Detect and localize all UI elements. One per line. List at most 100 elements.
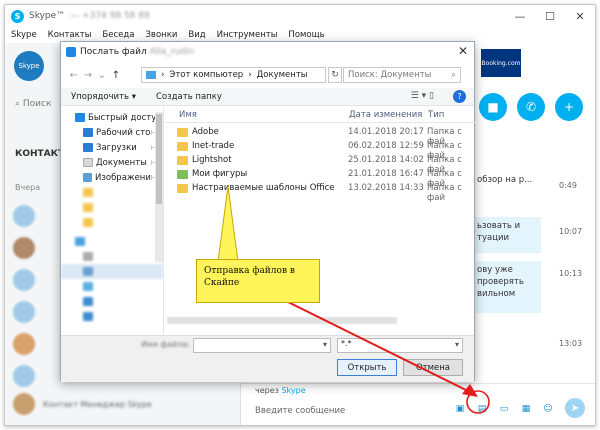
file-row[interactable]: Настраиваемые шаблоны Office 13.02.2018 1…	[165, 182, 476, 203]
folder-icon	[83, 282, 93, 291]
help-icon[interactable]: ?	[453, 90, 466, 103]
organize-button[interactable]: Упорядочить ▾	[71, 92, 136, 102]
tree-item-blurred[interactable]	[61, 215, 163, 230]
folder-icon	[83, 203, 93, 212]
tree-downloads[interactable]: Загрузки ⊢	[61, 140, 163, 155]
tree-quick-access[interactable]: Быстрый доступ	[61, 110, 163, 125]
video-message-icon[interactable]: ▭	[497, 402, 511, 416]
file-row[interactable]: Inet-trade 06.02.2018 12:59 Папка с фай	[165, 140, 476, 161]
sidebar-search[interactable]: ⌕ Поиск	[15, 99, 51, 109]
tree-item-blurred[interactable]	[61, 234, 163, 249]
pictures-icon	[83, 173, 92, 182]
maximize-button[interactable]: ☐	[535, 5, 565, 27]
column-type[interactable]: Тип	[428, 110, 444, 120]
skype-file-icon	[66, 47, 76, 57]
tree-item-blurred[interactable]	[61, 279, 163, 294]
contacts-icon[interactable]: ▦	[519, 402, 533, 416]
star-icon	[75, 113, 85, 122]
message-time: 13:03	[559, 339, 583, 348]
up-arrow-icon[interactable]: ↑	[109, 70, 123, 81]
window-title: Skype™	[29, 11, 66, 21]
menu-skype[interactable]: Skype	[11, 30, 37, 40]
cancel-button[interactable]: Отмена	[403, 359, 463, 376]
message-time: 0:49	[559, 181, 577, 190]
avatar	[13, 205, 35, 227]
file-list-scrollbar[interactable]	[167, 317, 397, 324]
tree-item-blurred[interactable]	[61, 294, 163, 309]
menu-contacts[interactable]: Контакты	[48, 30, 92, 40]
open-button[interactable]: Открыть	[337, 359, 397, 376]
file-name: Adobe	[192, 127, 219, 137]
view-options-icon[interactable]: ☰ ▾ ▯	[411, 91, 434, 101]
minimize-button[interactable]: —	[505, 5, 535, 27]
close-window-button[interactable]: ✕	[565, 5, 595, 27]
tree-label: Рабочий сто	[96, 127, 151, 138]
message-input[interactable]: Введите сообщение	[255, 406, 345, 416]
tree-pictures[interactable]: Изображени ⊢	[61, 170, 163, 185]
message-time: 10:13	[559, 269, 583, 278]
menu-calls[interactable]: Звонки	[145, 30, 177, 40]
menu-view[interactable]: Вид	[188, 30, 205, 40]
tree-documents[interactable]: Документы ⊢	[61, 155, 163, 170]
tree-desktop[interactable]: Рабочий сто ⊢	[61, 125, 163, 140]
voice-call-button[interactable]: ✆	[517, 93, 545, 121]
menu-tools[interactable]: Инструменты	[217, 30, 278, 40]
scrollbar-thumb[interactable]	[156, 114, 162, 204]
file-date: 21.01.2018 16:47	[348, 169, 424, 179]
file-name-input[interactable]	[193, 338, 331, 353]
file-type-select[interactable]: *.*	[337, 338, 463, 353]
download-icon	[83, 143, 93, 152]
send-file-icon[interactable]: ▤	[475, 402, 489, 416]
folder-icon	[83, 267, 93, 276]
column-name[interactable]: Имя	[179, 110, 197, 120]
tree-item-blurred[interactable]	[61, 200, 163, 215]
send-button[interactable]: ➤	[565, 398, 585, 418]
address-bar[interactable]: › Этот компьютер › Документы	[141, 67, 326, 83]
send-file-dialog: Послать файл Alla_rudin ✕ ← → ⌄ ↑ › Этот…	[60, 41, 476, 382]
via-label: через	[255, 386, 279, 395]
tree-item-blurred[interactable]	[61, 185, 163, 200]
video-call-button[interactable]: ■	[479, 93, 507, 121]
emoji-icon[interactable]: ☺	[541, 402, 555, 416]
menu-help[interactable]: Помощь	[288, 30, 324, 40]
tree-item-blurred[interactable]	[61, 249, 163, 264]
dialog-close-button[interactable]: ✕	[458, 44, 468, 58]
breadcrumb-documents[interactable]: Документы	[257, 70, 308, 80]
refresh-button[interactable]: ↻	[328, 67, 342, 83]
menu-conversation[interactable]: Беседа	[102, 30, 134, 40]
phone-icon: ✆	[525, 100, 537, 114]
file-date: 06.02.2018 12:59	[348, 141, 424, 151]
avatar	[13, 237, 35, 259]
breadcrumb-pc[interactable]: Этот компьютер	[169, 70, 243, 80]
new-folder-button[interactable]: Создать папку	[156, 92, 222, 102]
recent-chevron-icon[interactable]: ⌄	[95, 70, 109, 81]
add-person-icon: +	[563, 100, 575, 114]
image-icon[interactable]: ▣	[453, 402, 467, 416]
folder-icon	[177, 142, 188, 151]
add-contact-button[interactable]: +	[555, 93, 583, 121]
tree-item-blurred[interactable]	[61, 309, 163, 324]
forward-arrow-icon[interactable]: →	[81, 70, 95, 81]
file-row[interactable]: Lightshot 25.01.2018 14:02 Папка с фай	[165, 154, 476, 175]
section-yesterday: Вчера	[15, 183, 41, 192]
dialog-search-input[interactable]: Поиск: Документы ⌕	[343, 67, 461, 83]
window-title-account: — +374 98 58 88	[70, 11, 150, 21]
message-time: 10:07	[559, 227, 583, 236]
back-arrow-icon[interactable]: ←	[67, 70, 81, 81]
folder-icon	[83, 188, 93, 197]
callout-box: Отправка файлов в Скайпе	[196, 259, 320, 303]
contact-row[interactable]: Контакт Менеджер Skype	[13, 389, 233, 419]
dialog-toolbar: Упорядочить ▾ Создать папку ☰ ▾ ▯ ?	[61, 88, 474, 106]
tree-item-blurred[interactable]	[61, 264, 163, 279]
user-avatar[interactable]: Skype	[14, 51, 44, 81]
tree-scrollbar[interactable]	[155, 112, 163, 262]
file-date: 13.02.2018 14:33	[348, 183, 424, 193]
folder-icon	[83, 312, 93, 321]
search-label: Поиск	[22, 99, 52, 109]
booking-ad[interactable]: Booking.com	[481, 49, 521, 77]
file-row[interactable]: Мои фигуры 21.01.2018 16:47 Папка с фай	[165, 168, 476, 189]
contact-name: Контакт Менеджер Skype	[43, 399, 152, 409]
file-row[interactable]: Adobe 14.01.2018 20:17 Папка с фай	[165, 126, 476, 147]
via-brand[interactable]: Skype	[281, 386, 305, 395]
column-date[interactable]: Дата изменения	[349, 110, 422, 120]
